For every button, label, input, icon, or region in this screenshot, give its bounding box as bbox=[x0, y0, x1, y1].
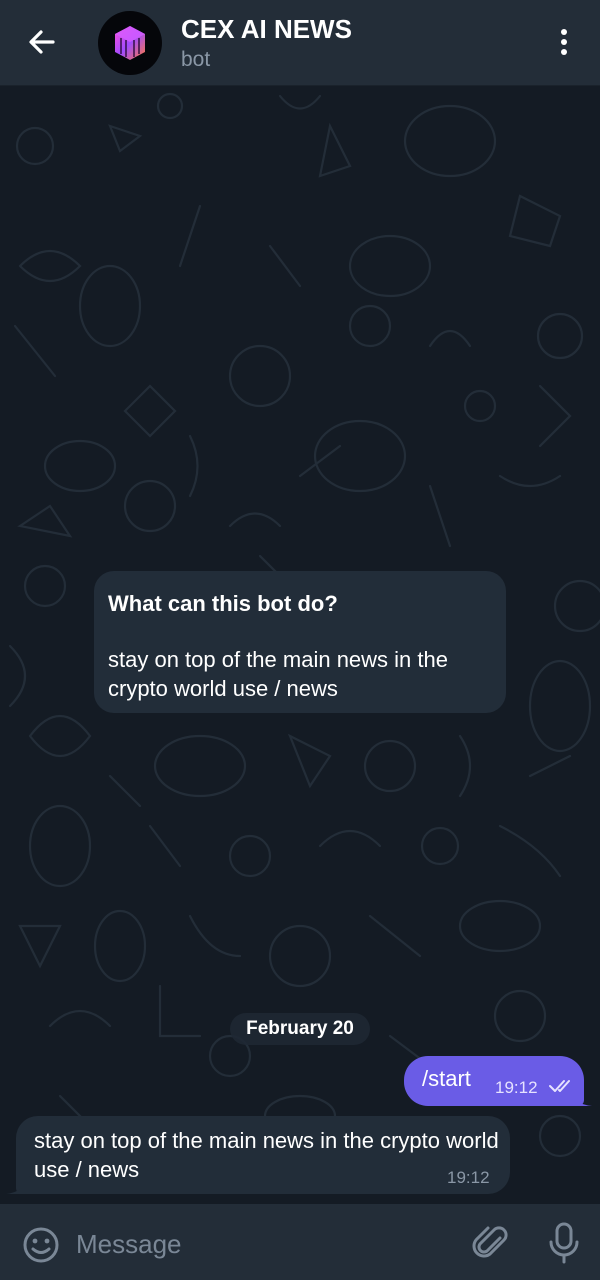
chat-header: CEX AI NEWS bot bbox=[0, 0, 600, 86]
date-separator: February 20 bbox=[230, 1013, 370, 1045]
chat-title[interactable]: CEX AI NEWS bbox=[181, 14, 352, 45]
message-time: 19:12 bbox=[495, 1078, 538, 1097]
back-button[interactable] bbox=[16, 20, 68, 64]
chat-area[interactable]: What can this bot do? stay on top of the… bbox=[0, 86, 600, 1204]
menu-button[interactable] bbox=[546, 22, 582, 62]
emoji-button[interactable] bbox=[20, 1224, 62, 1266]
message-input[interactable] bbox=[76, 1222, 456, 1266]
chat-subtitle: bot bbox=[181, 48, 211, 71]
incoming-message[interactable]: stay on top of the main news in the cryp… bbox=[16, 1116, 510, 1194]
vertical-dots-icon bbox=[561, 29, 567, 55]
cube-logo-icon bbox=[115, 26, 145, 60]
bot-info-card: What can this bot do? stay on top of the… bbox=[94, 571, 506, 713]
mic-button[interactable] bbox=[544, 1220, 584, 1266]
outgoing-bubble-tail bbox=[566, 1088, 592, 1106]
message-text: stay on top of the main news in the cryp… bbox=[34, 1128, 499, 1182]
attach-button[interactable] bbox=[470, 1222, 512, 1264]
paperclip-icon bbox=[472, 1226, 508, 1258]
incoming-bubble-tail bbox=[6, 1176, 30, 1194]
avatar[interactable] bbox=[98, 11, 162, 75]
message-composer bbox=[0, 1204, 600, 1280]
message-text: /start bbox=[422, 1066, 471, 1091]
outgoing-message[interactable]: /start 19:12 bbox=[404, 1056, 584, 1106]
arrow-left-icon bbox=[29, 30, 55, 54]
smile-icon bbox=[23, 1227, 59, 1263]
message-time: 19:12 bbox=[447, 1168, 490, 1187]
bot-info-body: stay on top of the main news in the cryp… bbox=[108, 647, 448, 701]
microphone-icon bbox=[549, 1222, 579, 1264]
bot-info-title: What can this bot do? bbox=[108, 591, 338, 616]
